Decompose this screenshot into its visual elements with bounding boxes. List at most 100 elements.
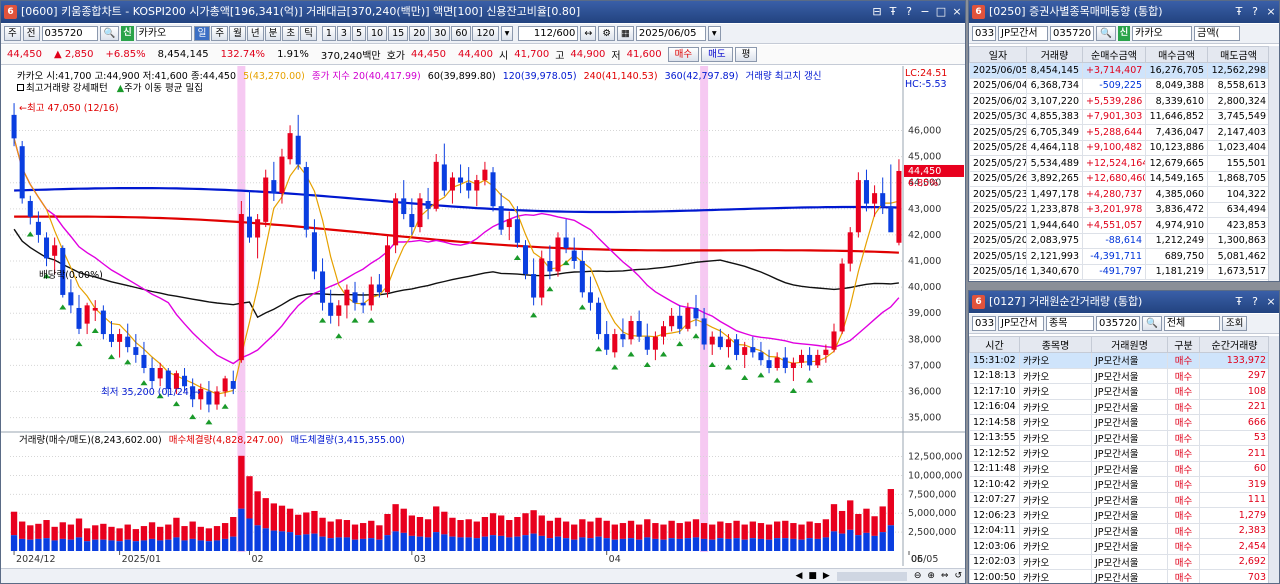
- tick-col-0[interactable]: 시간: [969, 336, 1020, 353]
- candle-count-field[interactable]: 112/600: [518, 26, 579, 41]
- pin-icon[interactable]: Ŧ: [1233, 1, 1245, 23]
- broker-col-1[interactable]: 거래량: [1026, 46, 1083, 63]
- minute-button-10[interactable]: 10: [367, 26, 388, 41]
- table-row[interactable]: 12:07:27 카카오 JP모간서울 매수 111: [969, 491, 1270, 508]
- minute-button-5[interactable]: 5: [351, 26, 367, 41]
- table-row[interactable]: 12:04:11 카카오 JP모간서울 매수 2,383: [969, 522, 1270, 539]
- period-button-1[interactable]: 주: [211, 26, 229, 41]
- table-row[interactable]: 2025/05/23 1,497,178 +4,280,737 4,385,060 10…: [969, 186, 1270, 203]
- tick-window-titlebar[interactable]: 6 [0127] 거래원순간거래량 (통합) Ŧ? ×: [969, 291, 1279, 313]
- table-row[interactable]: 2025/06/05 8,454,145 +3,714,407 16,276,705 1…: [969, 62, 1270, 79]
- table-row[interactable]: 12:17:10 카카오 JP모간서울 매수 108: [969, 383, 1270, 400]
- interval-picker-icon[interactable]: ▾: [500, 26, 514, 41]
- broker-col-3[interactable]: 매수금액: [1145, 46, 1208, 63]
- zoom-in-small-icon[interactable]: ⊕: [924, 571, 938, 581]
- table-row[interactable]: 2025/05/22 1,233,878 +3,201,978 3,836,472 63…: [969, 201, 1270, 218]
- table-row[interactable]: 2025/06/04 6,368,734 -509,225 8,049,388 8,55…: [969, 77, 1270, 94]
- link-icon[interactable]: ⊟: [871, 1, 883, 23]
- period-button-4[interactable]: 분: [264, 26, 282, 41]
- broker-stock-code[interactable]: 035720: [1050, 26, 1094, 41]
- search-icon[interactable]: 🔍: [99, 26, 120, 41]
- date-dropdown-icon[interactable]: ▾: [707, 26, 721, 41]
- tick-scope-select[interactable]: 전체: [1163, 316, 1220, 331]
- chart-window-titlebar[interactable]: 6 [0600] 키움종합차트 - KOSPI200 시가총액[196,341(…: [1, 1, 965, 23]
- minute-button-20[interactable]: 20: [409, 26, 430, 41]
- table-row[interactable]: 12:13:55 카카오 JP모간서울 매수 53: [969, 429, 1270, 446]
- broker-stock-name[interactable]: 카카오: [1132, 26, 1193, 41]
- period-button-3[interactable]: 년: [246, 26, 264, 41]
- chart-date-field[interactable]: 2025/06/05: [635, 26, 706, 41]
- scroll-left-icon[interactable]: ◀: [792, 571, 805, 581]
- tick-col-3[interactable]: 구분: [1167, 336, 1200, 353]
- table-row[interactable]: 2025/05/19 2,121,993 -4,391,711 689,750 5,08…: [969, 248, 1270, 265]
- settings-icon[interactable]: ⚙: [598, 26, 615, 41]
- help-icon[interactable]: ?: [1249, 291, 1261, 313]
- broker-col-0[interactable]: 일자: [969, 46, 1027, 63]
- tick-search-button[interactable]: 조회: [1221, 316, 1248, 331]
- zoom-out-icon[interactable]: ⊖: [911, 571, 925, 581]
- minute-button-15[interactable]: 15: [388, 26, 409, 41]
- minute-button-3[interactable]: 3: [336, 26, 351, 41]
- reset-icon[interactable]: ↺: [951, 571, 965, 581]
- table-row[interactable]: 15:31:02 카카오 JP모간서울 매수 133,972: [969, 352, 1270, 369]
- price-chart[interactable]: 46,00045,00044,00043,00042,00041,00040,0…: [1, 66, 965, 566]
- table-row[interactable]: 2025/05/21 1,944,640 +4,551,057 4,974,910 42…: [969, 217, 1270, 234]
- search-icon[interactable]: 🔍: [1142, 316, 1162, 331]
- broker-window-titlebar[interactable]: 6 [0250] 증권사별종목매매동향 (통합) Ŧ? ×: [969, 1, 1279, 23]
- close-icon[interactable]: ×: [1265, 1, 1277, 23]
- table-row[interactable]: 2025/05/30 4,855,383 +7,901,303 11,646,852 3…: [969, 108, 1270, 125]
- tick-col-2[interactable]: 거래원명: [1091, 336, 1168, 353]
- pin-icon[interactable]: Ŧ: [887, 1, 899, 23]
- stop-icon[interactable]: ■: [805, 571, 820, 581]
- minimize-icon[interactable]: −: [919, 1, 931, 23]
- broker-unit-select[interactable]: 금액(: [1194, 26, 1241, 41]
- table-row[interactable]: 12:03:06 카카오 JP모간서울 매수 2,454: [969, 538, 1270, 555]
- table-row[interactable]: 12:16:04 카카오 JP모간서울 매수 221: [969, 398, 1270, 415]
- minute-button-30[interactable]: 30: [430, 26, 451, 41]
- table-row[interactable]: 12:12:52 카카오 JP모간서울 매수 211: [969, 445, 1270, 462]
- table-row[interactable]: 12:18:13 카카오 JP모간서울 매수 297: [969, 367, 1270, 384]
- table-row[interactable]: 2025/05/28 4,464,118 +9,100,482 10,123,886 1…: [969, 139, 1270, 156]
- scroll-track[interactable]: [836, 571, 907, 581]
- table-row[interactable]: 2025/06/02 3,107,220 +5,539,286 8,339,610 2,…: [969, 93, 1270, 110]
- fit-icon[interactable]: ⇔: [938, 571, 952, 581]
- table-row[interactable]: 12:14:58 카카오 JP모간서울 매수 666: [969, 414, 1270, 431]
- broker-scrollbar[interactable]: [1268, 46, 1279, 281]
- tick-kind-select[interactable]: 종목: [1046, 316, 1094, 331]
- minute-button-120[interactable]: 120: [472, 26, 499, 41]
- close-icon[interactable]: ×: [951, 1, 963, 23]
- broker-firm-select[interactable]: JP모간서: [998, 26, 1048, 41]
- help-icon[interactable]: ?: [903, 1, 915, 23]
- minute-button-1[interactable]: 1: [321, 26, 336, 41]
- table-row[interactable]: 12:10:42 카카오 JP모간서울 매수 319: [969, 476, 1270, 493]
- stock-code-input[interactable]: 035720: [41, 26, 98, 41]
- zoom-in-icon[interactable]: ↔: [580, 26, 597, 41]
- table-row[interactable]: 12:06:23 카카오 JP모간서울 매수 1,279: [969, 507, 1270, 524]
- minute-button-60[interactable]: 60: [451, 26, 472, 41]
- broker-col-2[interactable]: 순매수금액: [1082, 46, 1146, 63]
- sell-button[interactable]: 매도: [701, 47, 733, 62]
- calendar-icon[interactable]: ▦: [616, 26, 634, 41]
- chart-scroll-bar[interactable]: ◀ ■ ▶ ⊖ ⊕ ⇔ ↺: [1, 568, 965, 583]
- tick-col-1[interactable]: 종목명: [1019, 336, 1092, 353]
- tick-scrollbar[interactable]: [1268, 336, 1279, 583]
- pin-icon[interactable]: Ŧ: [1233, 291, 1245, 313]
- buy-button[interactable]: 매수: [667, 47, 700, 62]
- tick-col-4[interactable]: 순간거래량: [1199, 336, 1270, 353]
- table-row[interactable]: 2025/05/16 1,340,670 -491,797 1,181,219 1,67…: [969, 263, 1270, 280]
- close-icon[interactable]: ×: [1265, 291, 1277, 313]
- broker-col-4[interactable]: 매도금액: [1207, 46, 1270, 63]
- chart-type-select[interactable]: 주: [4, 26, 21, 41]
- tick-firm-select[interactable]: JP모간서: [998, 316, 1044, 331]
- table-row[interactable]: 12:11:48 카카오 JP모간서울 매수 60: [969, 460, 1270, 477]
- table-row[interactable]: 2025/05/27 5,534,489 +12,524,164 12,679,665…: [969, 155, 1270, 172]
- flat-button[interactable]: 평: [734, 47, 758, 62]
- table-row[interactable]: 2025/05/26 3,892,265 +12,680,460 14,549,165…: [969, 170, 1270, 187]
- tick-code-input[interactable]: 033: [972, 316, 996, 331]
- tick-stock-code[interactable]: 035720: [1096, 316, 1140, 331]
- period-button-6[interactable]: 틱: [300, 26, 317, 41]
- table-row[interactable]: 12:00:50 카카오 JP모간서울 매수 703: [969, 569, 1270, 583]
- broker-code-input[interactable]: 033: [972, 26, 996, 41]
- table-row[interactable]: 2025/05/20 2,083,975 -88,614 1,212,249 1,300…: [969, 232, 1270, 249]
- stock-name-field[interactable]: 카카오: [135, 26, 192, 41]
